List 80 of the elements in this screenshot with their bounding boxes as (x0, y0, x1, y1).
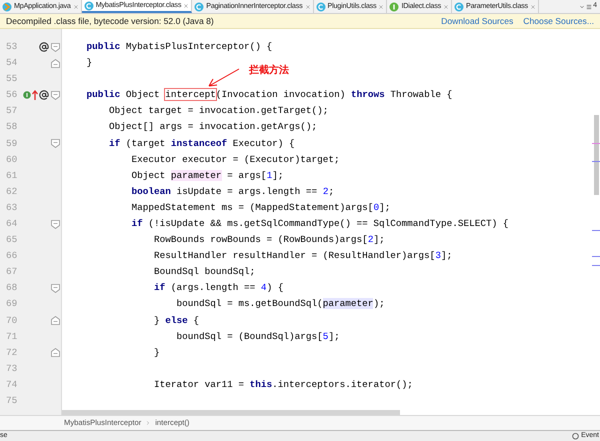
horizontal-scrollbar[interactable] (62, 410, 400, 415)
code-line: boolean isUpdate = args.length == 2; (130, 184, 334, 199)
line-number: 66 (5, 249, 18, 264)
fold-icon[interactable] (50, 139, 60, 148)
code-line: } else { (153, 314, 200, 328)
scrollbar-thumb[interactable] (594, 115, 599, 195)
class-file-icon (194, 2, 204, 12)
line-number: 64 (5, 217, 18, 232)
chevron-icon (145, 420, 152, 426)
interface-file-icon (389, 2, 400, 12)
at-sign-icon (39, 90, 50, 100)
line-number: 70 (5, 314, 18, 328)
fold-icon[interactable] (50, 90, 60, 100)
line-number: 55 (5, 72, 18, 86)
error-stripe-mark (592, 143, 600, 144)
unfold-icon[interactable] (50, 58, 60, 68)
line-number: 72 (5, 346, 18, 360)
line-number: 56 (5, 88, 18, 102)
line-number: 75 (5, 394, 18, 408)
line-number: 71 (5, 330, 18, 344)
code-line: boundSql = ms.getBoundSql(parameter); (176, 297, 385, 312)
code-line: Object target = invocation.getTarget(); (108, 104, 328, 118)
code-line: if (!isUpdate && ms.getSqlCommandType() == SqlCommandType.SELECT) { (130, 217, 508, 232)
code-line: public Object intercept(Invocation invocation) throws Throwable { (86, 88, 452, 102)
unfold-icon[interactable] (50, 316, 60, 326)
class-file-icon (316, 2, 326, 12)
annotation-label: 拦截方法 (249, 63, 289, 78)
fold-icon[interactable] (50, 42, 60, 52)
code-line: Object parameter = args[1]; (130, 168, 284, 183)
line-number: 67 (5, 265, 18, 280)
unfold-icon[interactable] (50, 348, 60, 358)
line-number: 62 (5, 184, 18, 199)
code-line: BoundSql boundSql; (153, 265, 256, 280)
annotation-arrow (206, 68, 240, 88)
error-stripe-mark (592, 230, 600, 231)
code-line: if (args.length == 4) { (153, 281, 284, 296)
line-number: 58 (5, 120, 18, 134)
implemented-icon[interactable] (23, 91, 32, 100)
code-line: MappedStatement ms = (MappedStatement)args[0]; (130, 200, 390, 215)
line-number: 73 (5, 362, 18, 376)
class-file-icon (454, 2, 464, 12)
class-file-icon (84, 0, 94, 10)
java-file-icon (2, 2, 12, 12)
line-number: 63 (5, 200, 18, 215)
line-number: 59 (5, 136, 18, 151)
code-line: ResultHandler resultHandler = (ResultHandler)args[3]; (153, 249, 452, 264)
line-number: 61 (5, 168, 18, 183)
line-number: 74 (5, 378, 18, 392)
caret-icon (579, 4, 586, 10)
code-line: Object[] args = invocation.getArgs(); (108, 120, 318, 134)
error-stripe-mark (592, 161, 600, 162)
close-icon[interactable] (378, 4, 384, 10)
code-line: Executor executor = (Executor)target; (130, 152, 340, 167)
menu-icon (586, 4, 592, 10)
code-line: } (86, 56, 92, 70)
at-sign-icon (39, 42, 50, 52)
up-arrow-icon[interactable] (32, 90, 38, 100)
close-icon[interactable] (530, 4, 536, 10)
fold-icon[interactable] (50, 220, 60, 229)
line-number: 54 (5, 56, 18, 70)
code-line: RowBounds rowBounds = (RowBounds)args[2]; (153, 233, 385, 248)
code-line: boundSql = (BoundSql)args[5]; (176, 330, 340, 344)
fold-icon[interactable] (50, 284, 60, 293)
line-number: 68 (5, 281, 18, 296)
code-line: Iterator var11 = this.interceptors.iterator(); (153, 378, 413, 392)
line-number: 65 (5, 233, 18, 248)
info-link[interactable]: Choose Sources... (523, 14, 594, 28)
code-line: } (153, 346, 160, 360)
line-number: 60 (5, 152, 18, 167)
close-icon[interactable] (304, 4, 311, 10)
line-number: 69 (5, 297, 18, 312)
line-number: 53 (5, 40, 18, 54)
line-number: 57 (5, 104, 18, 118)
close-icon[interactable] (443, 4, 449, 10)
info-link[interactable]: Download Sources (441, 14, 514, 28)
info-message: Decompiled .class file, bytecode version: 52.0 (Java 8) (6, 14, 214, 28)
close-icon[interactable] (183, 2, 190, 8)
code-line: if (target instanceof Executor) { (108, 136, 295, 151)
code-line: public MybatisPlusInterceptor() { (86, 40, 272, 54)
close-icon[interactable] (72, 4, 79, 10)
